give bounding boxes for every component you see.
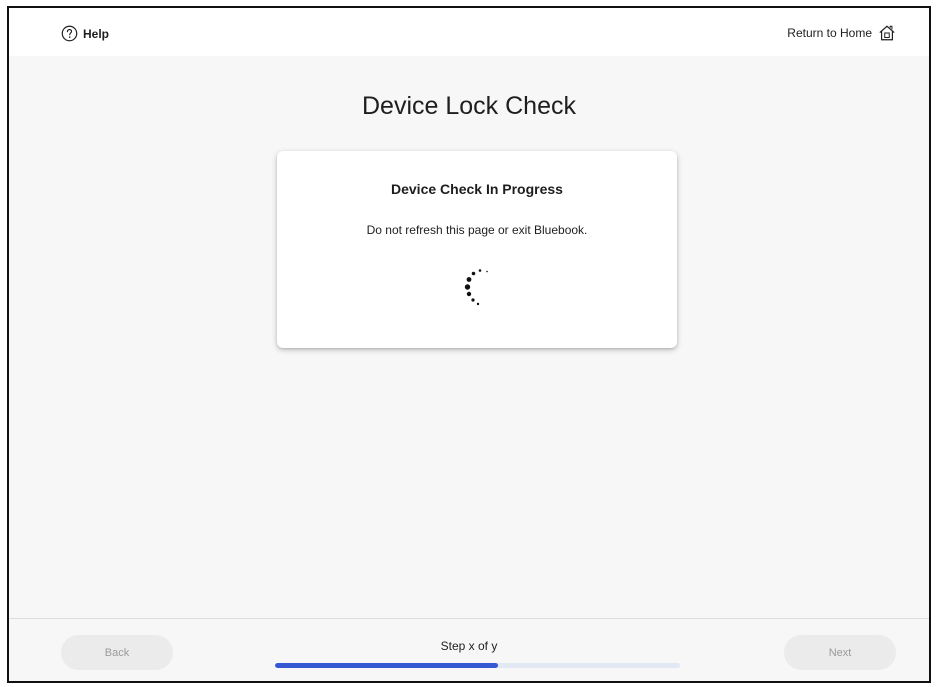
card-message: Do not refresh this page or exit Blueboo… [366,223,588,237]
help-circle-icon [61,25,78,42]
return-home-button[interactable]: Return to Home [787,24,896,42]
help-button[interactable]: Help [61,25,109,42]
card-heading: Device Check In Progress [391,181,563,197]
top-bar: Help Return to Home [9,8,929,56]
page-title: Device Lock Check [362,92,576,120]
next-button[interactable]: Next [784,635,896,670]
progress-fill [275,663,498,668]
loading-spinner-icon [464,269,488,306]
return-home-label: Return to Home [787,26,872,40]
app-window: Help Return to Home Device Lock Check De… [7,6,931,683]
progress-bar [275,663,680,668]
home-icon [879,25,895,41]
help-label: Help [83,26,110,41]
footer-nav: Back Step x of y Next [9,618,929,681]
status-card: Device Check In Progress Do not refresh … [277,151,677,348]
